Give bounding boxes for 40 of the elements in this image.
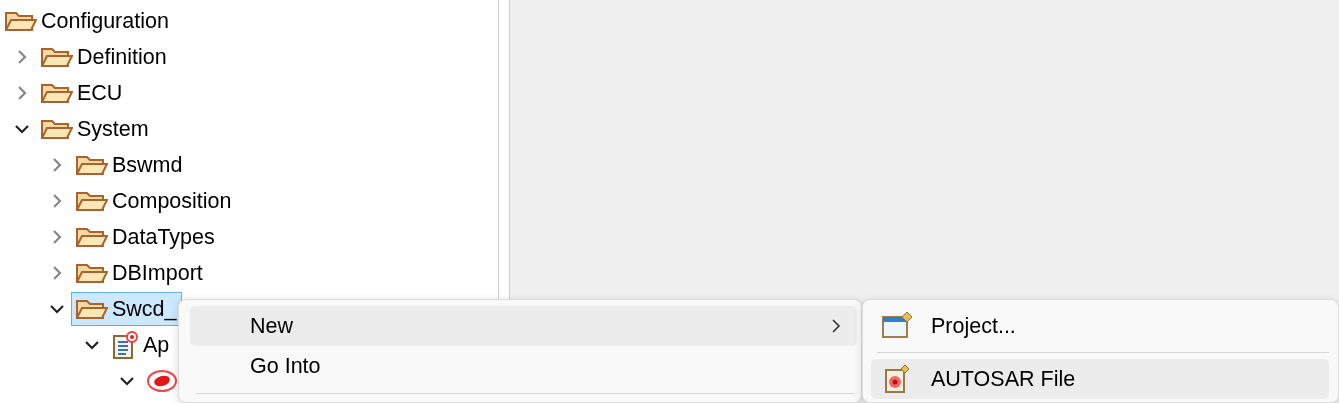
- tree-item-label: DBImport: [112, 260, 203, 287]
- tree-item[interactable]: System: [36, 112, 154, 146]
- tree-item[interactable]: Configuration: [0, 4, 174, 38]
- project-icon: [881, 311, 913, 341]
- folder-icon: [5, 9, 37, 33]
- tree-item-label: Definition: [77, 44, 167, 71]
- folder-icon: [41, 45, 73, 69]
- tree-item-label: Configuration: [41, 8, 169, 35]
- folder-icon: [76, 153, 108, 177]
- folder-icon: [76, 189, 108, 213]
- tree-item[interactable]: ECU: [36, 76, 128, 110]
- tree-item[interactable]: Composition: [71, 184, 237, 218]
- folder-icon: [76, 225, 108, 249]
- tree-item-label: Swcd_: [112, 296, 177, 323]
- tree-item-label: ECU: [77, 80, 123, 107]
- folder-icon: [76, 297, 108, 321]
- menu-item-label: New: [250, 312, 294, 340]
- menu-item[interactable]: AUTOSAR File: [871, 359, 1329, 399]
- folder-icon: [41, 81, 73, 105]
- tree-item[interactable]: Definition: [36, 40, 172, 74]
- tree-item[interactable]: Bswmd: [71, 148, 188, 182]
- menu-item-label: Go Into: [250, 352, 322, 380]
- menu-item-label: AUTOSAR File: [931, 365, 1077, 393]
- document-icon: [111, 330, 139, 360]
- tree-item-label: Composition: [112, 188, 232, 215]
- menu-item[interactable]: New: [190, 306, 857, 346]
- tree-item-label: Bswmd: [112, 152, 183, 179]
- tree-item-label: DataTypes: [112, 224, 215, 251]
- tree-item[interactable]: DBImport: [71, 256, 208, 290]
- tree-item[interactable]: Swcd_: [71, 292, 182, 326]
- autosar-file-icon: [883, 364, 911, 394]
- menu-item[interactable]: Project...: [871, 306, 1329, 346]
- menu-item[interactable]: Go Into: [190, 346, 857, 386]
- tree-item[interactable]: DataTypes: [71, 220, 220, 254]
- folder-icon: [76, 261, 108, 285]
- tree-item-label: Ap: [143, 332, 170, 359]
- tree-item[interactable]: Ap: [106, 328, 175, 362]
- folder-icon: [41, 117, 73, 141]
- tree-item-label: System: [77, 116, 149, 143]
- menu-item-label: Project...: [931, 312, 1017, 340]
